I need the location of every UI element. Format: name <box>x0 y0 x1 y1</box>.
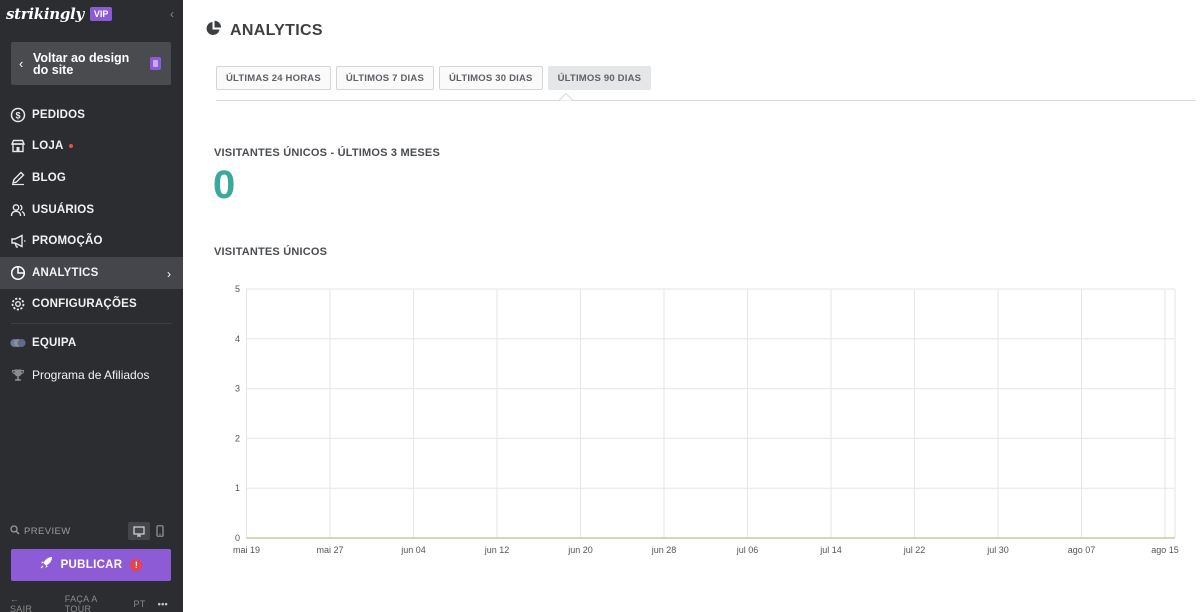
tour-link[interactable]: FAÇA A TOUR <box>65 594 122 612</box>
chart-title: VISITANTES ÚNICOS <box>214 246 328 258</box>
language-link[interactable]: PT <box>134 599 146 609</box>
x-tick-label: jun 20 <box>567 545 593 555</box>
megaphone-icon <box>10 233 26 249</box>
x-tick-label: jun 12 <box>484 545 510 555</box>
y-tick-label: 0 <box>235 533 240 543</box>
x-tick-label: jun 04 <box>400 545 426 555</box>
pen-icon <box>10 170 26 186</box>
exit-link[interactable]: ← SAIR <box>10 594 53 612</box>
chevron-right-icon: › <box>167 266 171 281</box>
mobile-view-button[interactable] <box>153 522 167 540</box>
vip-badge: VIP <box>89 7 113 21</box>
tabs-divider <box>216 100 1196 101</box>
page-title: ANALYTICS <box>230 22 323 39</box>
publish-button[interactable]: PUBLICAR ! <box>11 549 171 581</box>
y-tick-label: 4 <box>235 334 240 344</box>
sidebar-item-label: BLOG <box>32 171 67 184</box>
tab-last-7-days[interactable]: ÚLTIMOS 7 DIAS <box>335 66 434 90</box>
y-tick-label: 3 <box>235 384 240 394</box>
brand: strikingly VIP <box>6 4 113 24</box>
sidebar-item-label: Programa de Afiliados <box>32 367 150 382</box>
exit-label: SAIR <box>10 604 33 612</box>
x-tick-label: jun 28 <box>651 545 677 555</box>
rocket-icon <box>40 556 53 574</box>
sidebar-item-afiliados[interactable]: Programa de Afiliados <box>0 359 183 391</box>
collapse-sidebar-icon[interactable]: ‹ <box>170 8 180 20</box>
page-header: ANALYTICS <box>205 20 323 42</box>
publish-label: PUBLICAR <box>60 559 123 571</box>
unique-visitors-metric-label: VISITANTES ÚNICOS - ÚLTIMOS 3 MESES <box>214 147 441 159</box>
sidebar-item-usuarios[interactable]: USUÁRIOS <box>0 194 183 226</box>
tab-last-30-days[interactable]: ÚLTIMOS 30 DIAS <box>438 66 543 90</box>
back-to-design-button[interactable]: ‹ Voltar ao design do site <box>11 42 171 85</box>
pie-chart-icon <box>205 20 222 42</box>
more-icon[interactable]: ••• <box>158 599 168 609</box>
main-content: ANALYTICS ÚLTIMAS 24 HORAS ÚLTIMOS 7 DIA… <box>183 0 1200 612</box>
sidebar-item-analytics[interactable]: ANALYTICS › <box>0 256 183 289</box>
date-range-tabs: ÚLTIMAS 24 HORAS ÚLTIMOS 7 DIAS ÚLTIMOS … <box>216 66 656 90</box>
sidebar-item-configuracoes[interactable]: CONFIGURAÇÕES <box>0 289 183 321</box>
svg-text:$: $ <box>15 110 20 120</box>
sidebar-item-label: EQUIPA <box>32 336 77 349</box>
sidebar-item-label: CONFIGURAÇÕES <box>32 298 137 311</box>
gear-icon <box>10 296 26 312</box>
unique-visitors-chart: 0 1 2 3 4 5 mai 19 mai 27 jun 04 jun 12 jun 20 jun … <box>223 278 1198 563</box>
trophy-icon <box>10 367 26 383</box>
sidebar-item-label: LOJA <box>32 140 64 153</box>
sidebar: strikingly VIP ‹ ‹ Voltar ao design do s… <box>0 0 183 612</box>
warning-badge: ! <box>130 559 143 571</box>
sidebar-item-pedidos[interactable]: $ PEDIDOS <box>0 99 183 131</box>
x-tick-label: ago 15 <box>1151 545 1179 555</box>
sidebar-divider <box>11 323 172 325</box>
unique-visitors-metric-value: 0 <box>213 163 236 207</box>
chart-svg: 0 1 2 3 4 5 mai 19 mai 27 jun 04 jun 12 jun 20 jun … <box>233 284 1179 555</box>
y-tick-label: 1 <box>235 483 240 493</box>
users-icon <box>10 202 26 218</box>
x-tick-label: jul 30 <box>986 545 1009 555</box>
dollar-circle-icon: $ <box>10 107 26 123</box>
chevron-left-icon: ‹ <box>19 56 24 71</box>
sidebar-item-blog[interactable]: BLOG <box>0 162 183 194</box>
sidebar-item-label: USUÁRIOS <box>32 203 95 216</box>
x-tick-label: mai 19 <box>233 545 260 555</box>
sidebar-item-equipa[interactable]: EQUIPA <box>0 327 183 359</box>
sidebar-item-label: ANALYTICS <box>32 266 99 279</box>
notification-dot <box>69 144 74 149</box>
y-tick-label: 2 <box>235 433 240 443</box>
sidebar-footer: ← SAIR FAÇA A TOUR PT ••• <box>10 594 180 612</box>
tab-last-90-days[interactable]: ÚLTIMOS 90 DIAS <box>547 66 652 90</box>
tab-last-24-hours[interactable]: ÚLTIMAS 24 HORAS <box>216 66 331 90</box>
y-tick-label: 5 <box>235 284 240 294</box>
store-icon <box>10 138 26 154</box>
preview-link[interactable]: PREVIEW <box>24 526 71 537</box>
x-tick-label: jul 06 <box>736 545 759 555</box>
search-icon <box>10 522 20 540</box>
sidebar-item-label: PEDIDOS <box>32 108 86 121</box>
x-tick-label: jul 14 <box>819 545 842 555</box>
sidebar-item-label: PROMOÇÃO <box>32 235 103 248</box>
x-tick-label: jul 22 <box>903 545 926 555</box>
app-window: strikingly VIP ‹ ‹ Voltar ao design do s… <box>0 0 1200 612</box>
pie-chart-icon <box>10 265 26 281</box>
sidebar-item-loja[interactable]: LOJA <box>0 131 183 163</box>
sidebar-item-promocao[interactable]: PROMOÇÃO <box>0 225 183 257</box>
preview-toolbar: PREVIEW <box>10 522 173 540</box>
desktop-view-button[interactable] <box>128 522 150 540</box>
site-editor-icon <box>150 57 161 70</box>
active-tab-indicator <box>559 93 573 101</box>
sidebar-nav: $ PEDIDOS LOJA BLOG USUÁRIOS PROMOÇÃO AN… <box>0 99 183 390</box>
back-button-label: Voltar ao design do site <box>33 50 130 77</box>
x-tick-label: ago 07 <box>1068 545 1096 555</box>
team-avatars-icon <box>10 335 26 351</box>
strikingly-logo: strikingly <box>6 5 84 23</box>
x-tick-label: mai 27 <box>316 545 343 555</box>
